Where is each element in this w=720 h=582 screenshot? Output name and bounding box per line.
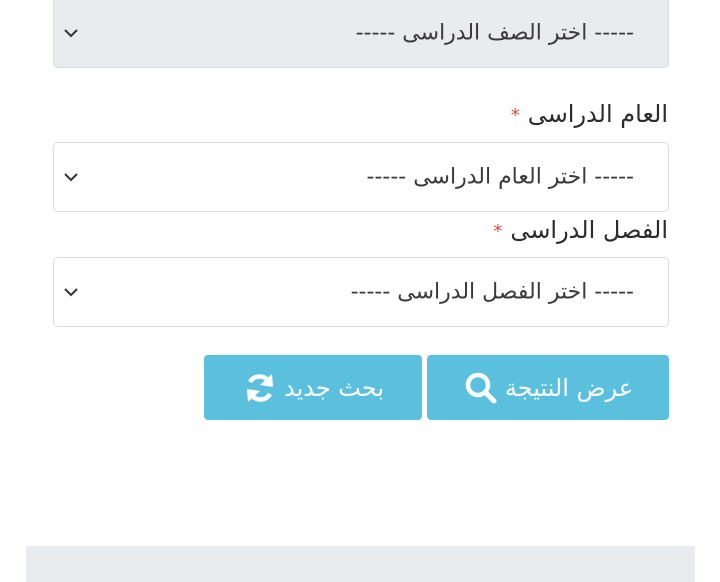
year-select-placeholder: ----- اختر العام الدراسى -----	[366, 164, 634, 190]
show-result-button[interactable]: عرض النتيجة	[427, 355, 669, 420]
show-result-label: عرض النتيجة	[504, 373, 634, 402]
footer-section	[26, 546, 695, 582]
chevron-down-icon	[64, 288, 78, 297]
term-select-placeholder: ----- اختر الفصل الدراسى -----	[350, 279, 634, 305]
grade-select[interactable]: ----- اختر الصف الدراسى -----	[53, 0, 669, 68]
grade-select-placeholder: ----- اختر الصف الدراسى -----	[355, 20, 634, 46]
required-mark: *	[510, 104, 520, 126]
chevron-down-icon	[64, 173, 78, 182]
refresh-icon	[246, 373, 273, 402]
year-label-text: العام الدراسى	[527, 100, 668, 128]
term-label-text: الفصل الدراسى	[510, 216, 668, 244]
search-icon	[465, 372, 497, 403]
new-search-button[interactable]: بحث جديد	[204, 355, 422, 420]
required-mark: *	[493, 220, 503, 242]
new-search-label: بحث جديد	[283, 373, 385, 402]
term-select[interactable]: ----- اختر الفصل الدراسى -----	[53, 257, 669, 327]
year-label: العام الدراسى *	[511, 100, 668, 128]
term-label: الفصل الدراسى *	[493, 216, 668, 244]
year-select[interactable]: ----- اختر العام الدراسى -----	[53, 142, 669, 212]
chevron-down-icon	[64, 29, 78, 38]
